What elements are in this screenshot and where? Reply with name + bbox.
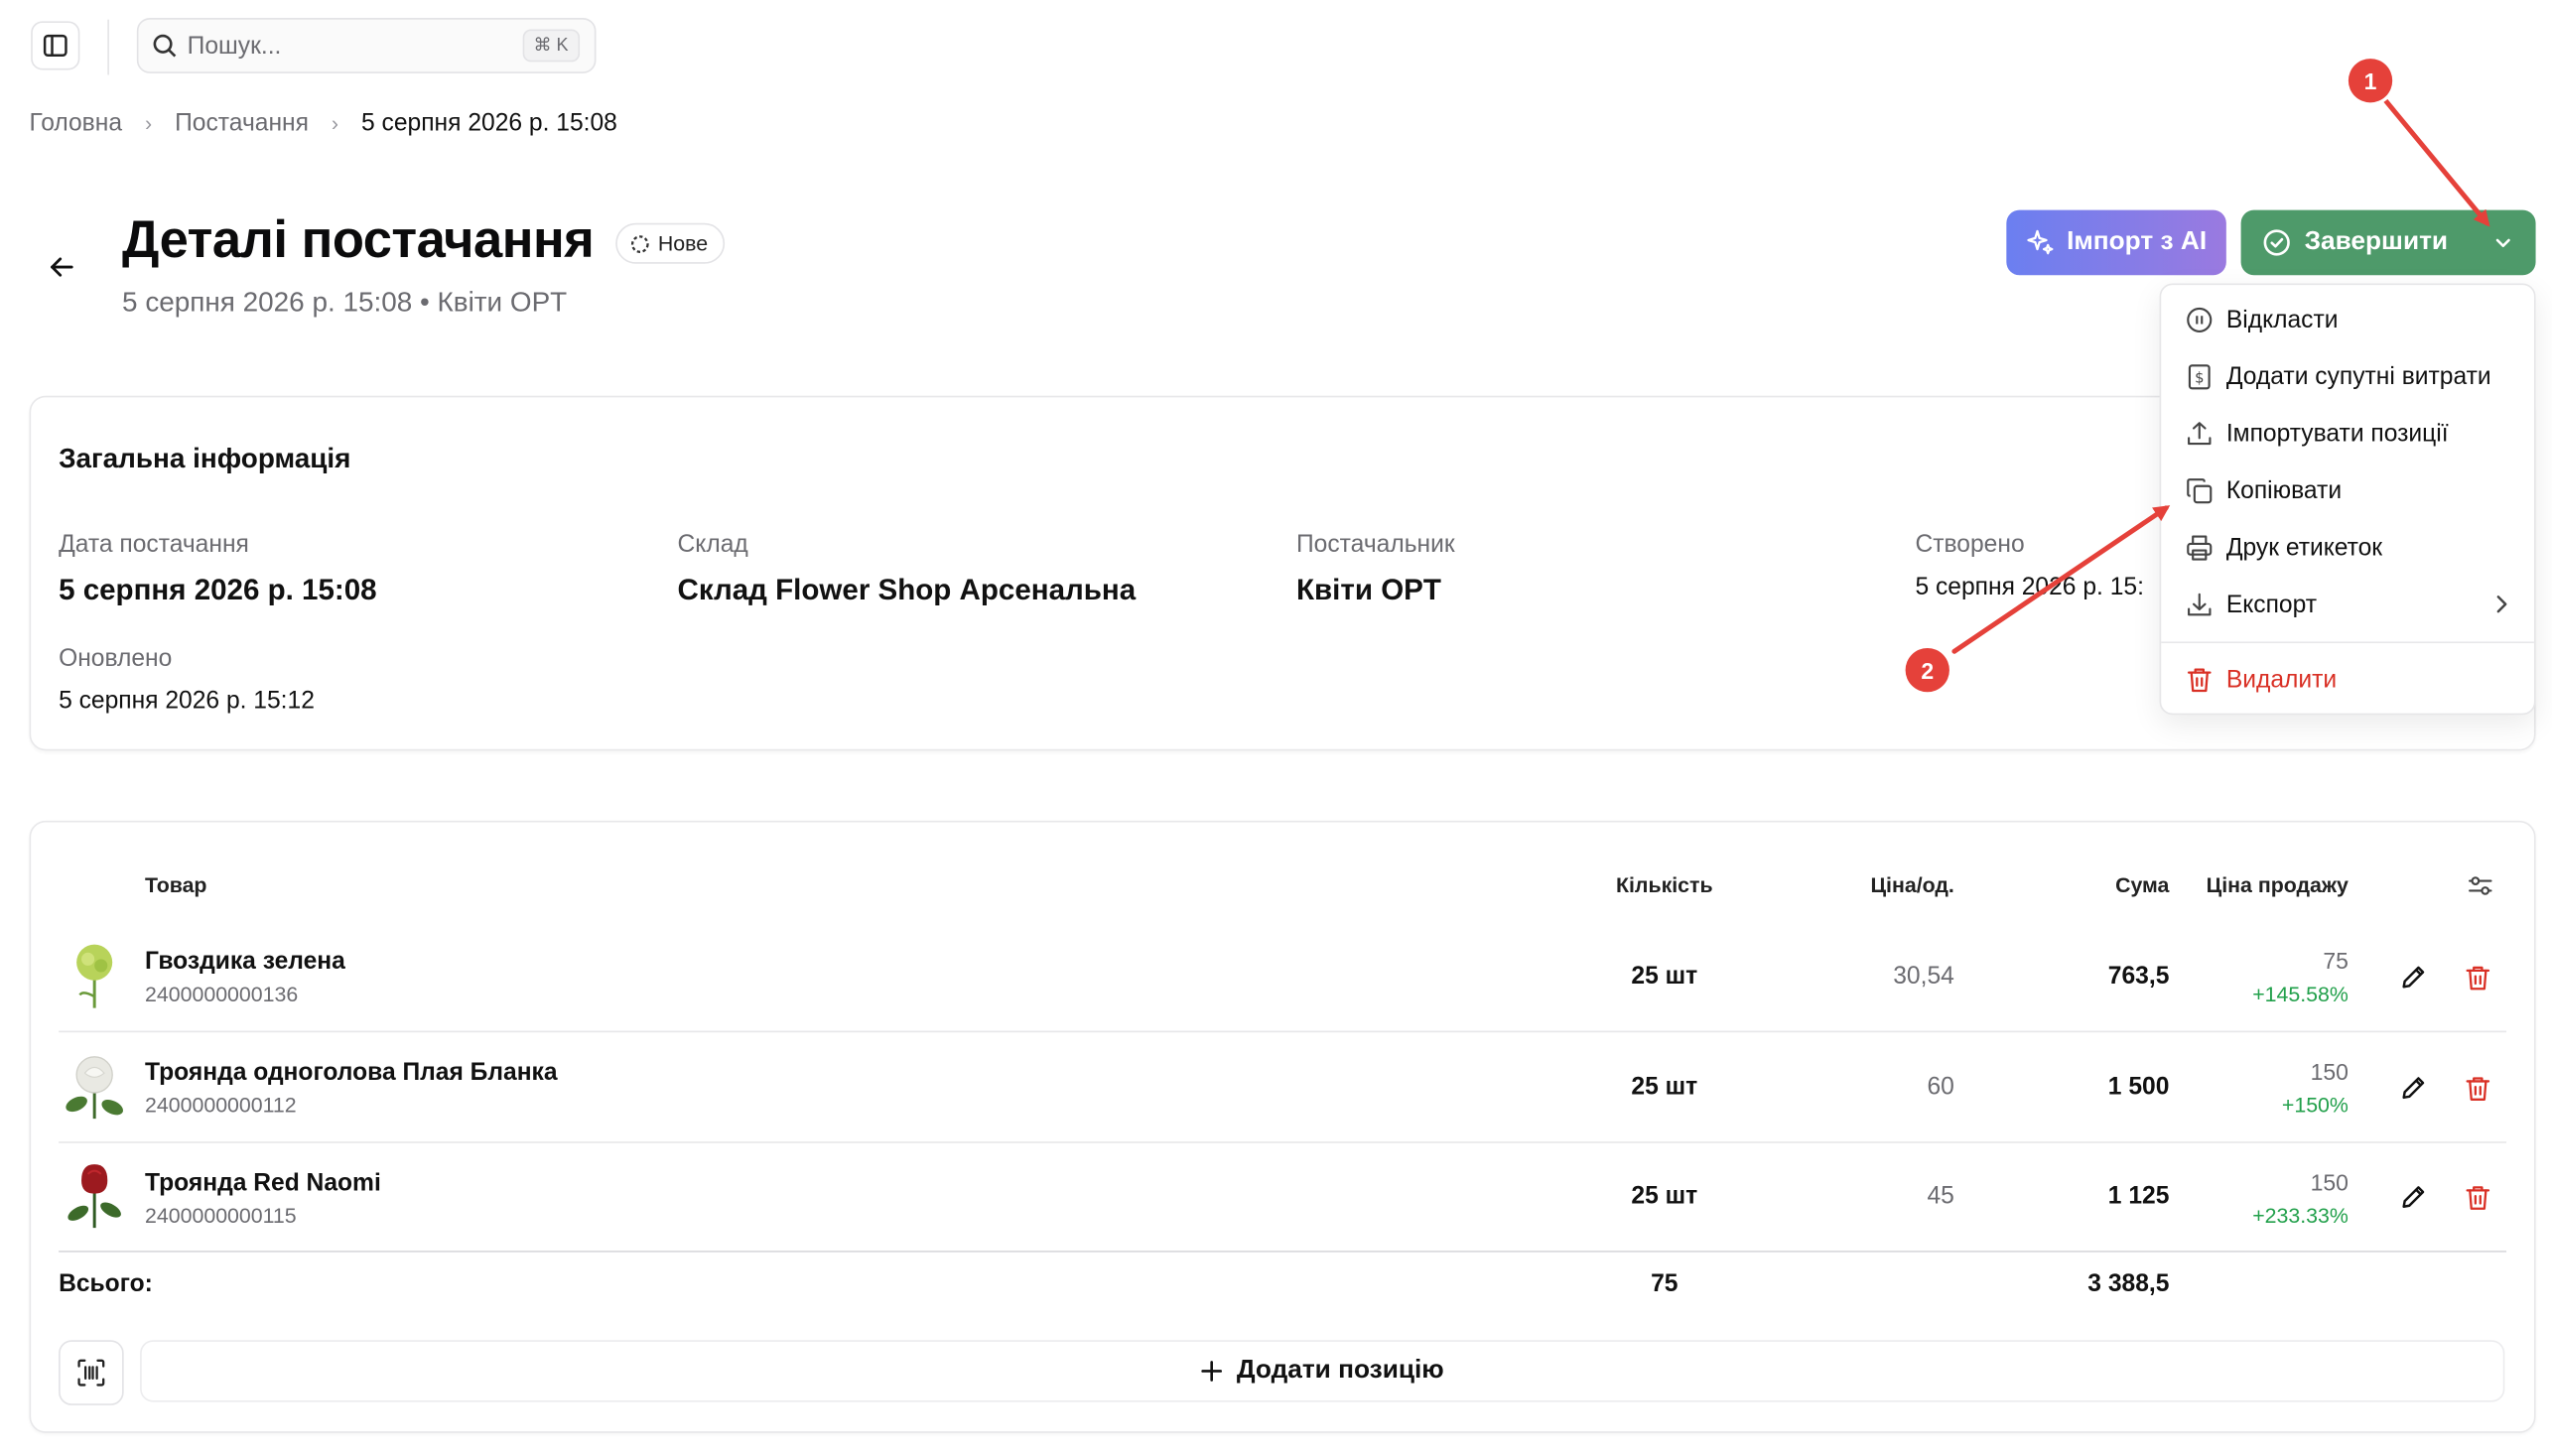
annotation-arrow-2 [1951, 505, 2171, 654]
annotation-marker-1: 1 [2348, 59, 2393, 103]
annotation-arrow-1 [2383, 98, 2490, 227]
annotation-marker-2: 2 [1905, 647, 1949, 693]
annotation-arrows [1951, 98, 2490, 654]
